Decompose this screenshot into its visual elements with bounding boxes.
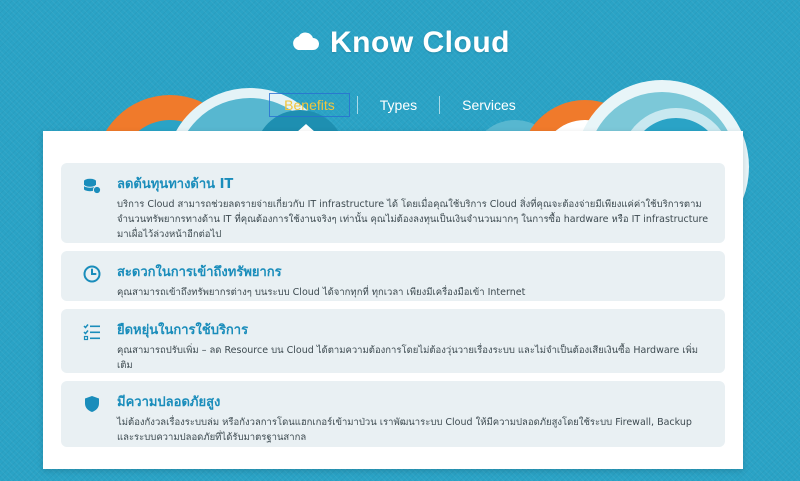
benefit-card-access: สะดวกในการเข้าถึงทรัพยากร คุณสามารถเข้าถ… [61, 251, 725, 301]
benefit-title: มีความปลอดภัยสูง [117, 395, 221, 410]
tab-benefits[interactable]: Benefits [269, 93, 350, 117]
benefit-title: ลดต้นทุนทางด้าน IT [117, 177, 234, 192]
page-title: Know Cloud [290, 26, 510, 60]
benefit-card-cost: ลดต้นทุนทางด้าน IT บริการ Cloud สามารถช่… [61, 163, 725, 243]
clock-icon [83, 265, 101, 283]
page-header: Know Cloud [0, 26, 800, 60]
database-coins-icon [83, 177, 101, 195]
benefit-description: คุณสามารถเข้าถึงทรัพยากรต่างๆ บนระบบ Clo… [117, 287, 526, 298]
benefit-description: ไม่ต้องกังวลเรื่องระบบล่ม หรือกังวลการโด… [117, 417, 692, 443]
tab-types[interactable]: Types [366, 94, 431, 116]
shield-icon [83, 395, 101, 413]
benefit-title: ยืดหยุ่นในการใช้บริการ [117, 323, 249, 338]
benefit-title: สะดวกในการเข้าถึงทรัพยากร [117, 265, 282, 280]
tab-services[interactable]: Services [448, 94, 530, 116]
page-title-text: Know Cloud [330, 26, 510, 59]
benefit-description: บริการ Cloud สามารถช่วยลดรายจ่ายเกี่ยวกั… [117, 199, 709, 240]
benefits-panel: ลดต้นทุนทางด้าน IT บริการ Cloud สามารถช่… [43, 131, 743, 469]
benefit-card-flexible: ยืดหยุ่นในการใช้บริการ คุณสามารถปรับเพิ่… [61, 309, 725, 373]
cloud-icon [290, 26, 320, 60]
tab-bar: Benefits Types Services [0, 93, 800, 117]
benefit-card-security: มีความปลอดภัยสูง ไม่ต้องกังวลเรื่องระบบล… [61, 381, 725, 447]
tab-divider [439, 96, 441, 114]
benefit-description: คุณสามารถปรับเพิ่ม – ลด Resource บน Clou… [117, 345, 699, 371]
checklist-icon [83, 323, 101, 341]
tab-divider [356, 96, 358, 114]
